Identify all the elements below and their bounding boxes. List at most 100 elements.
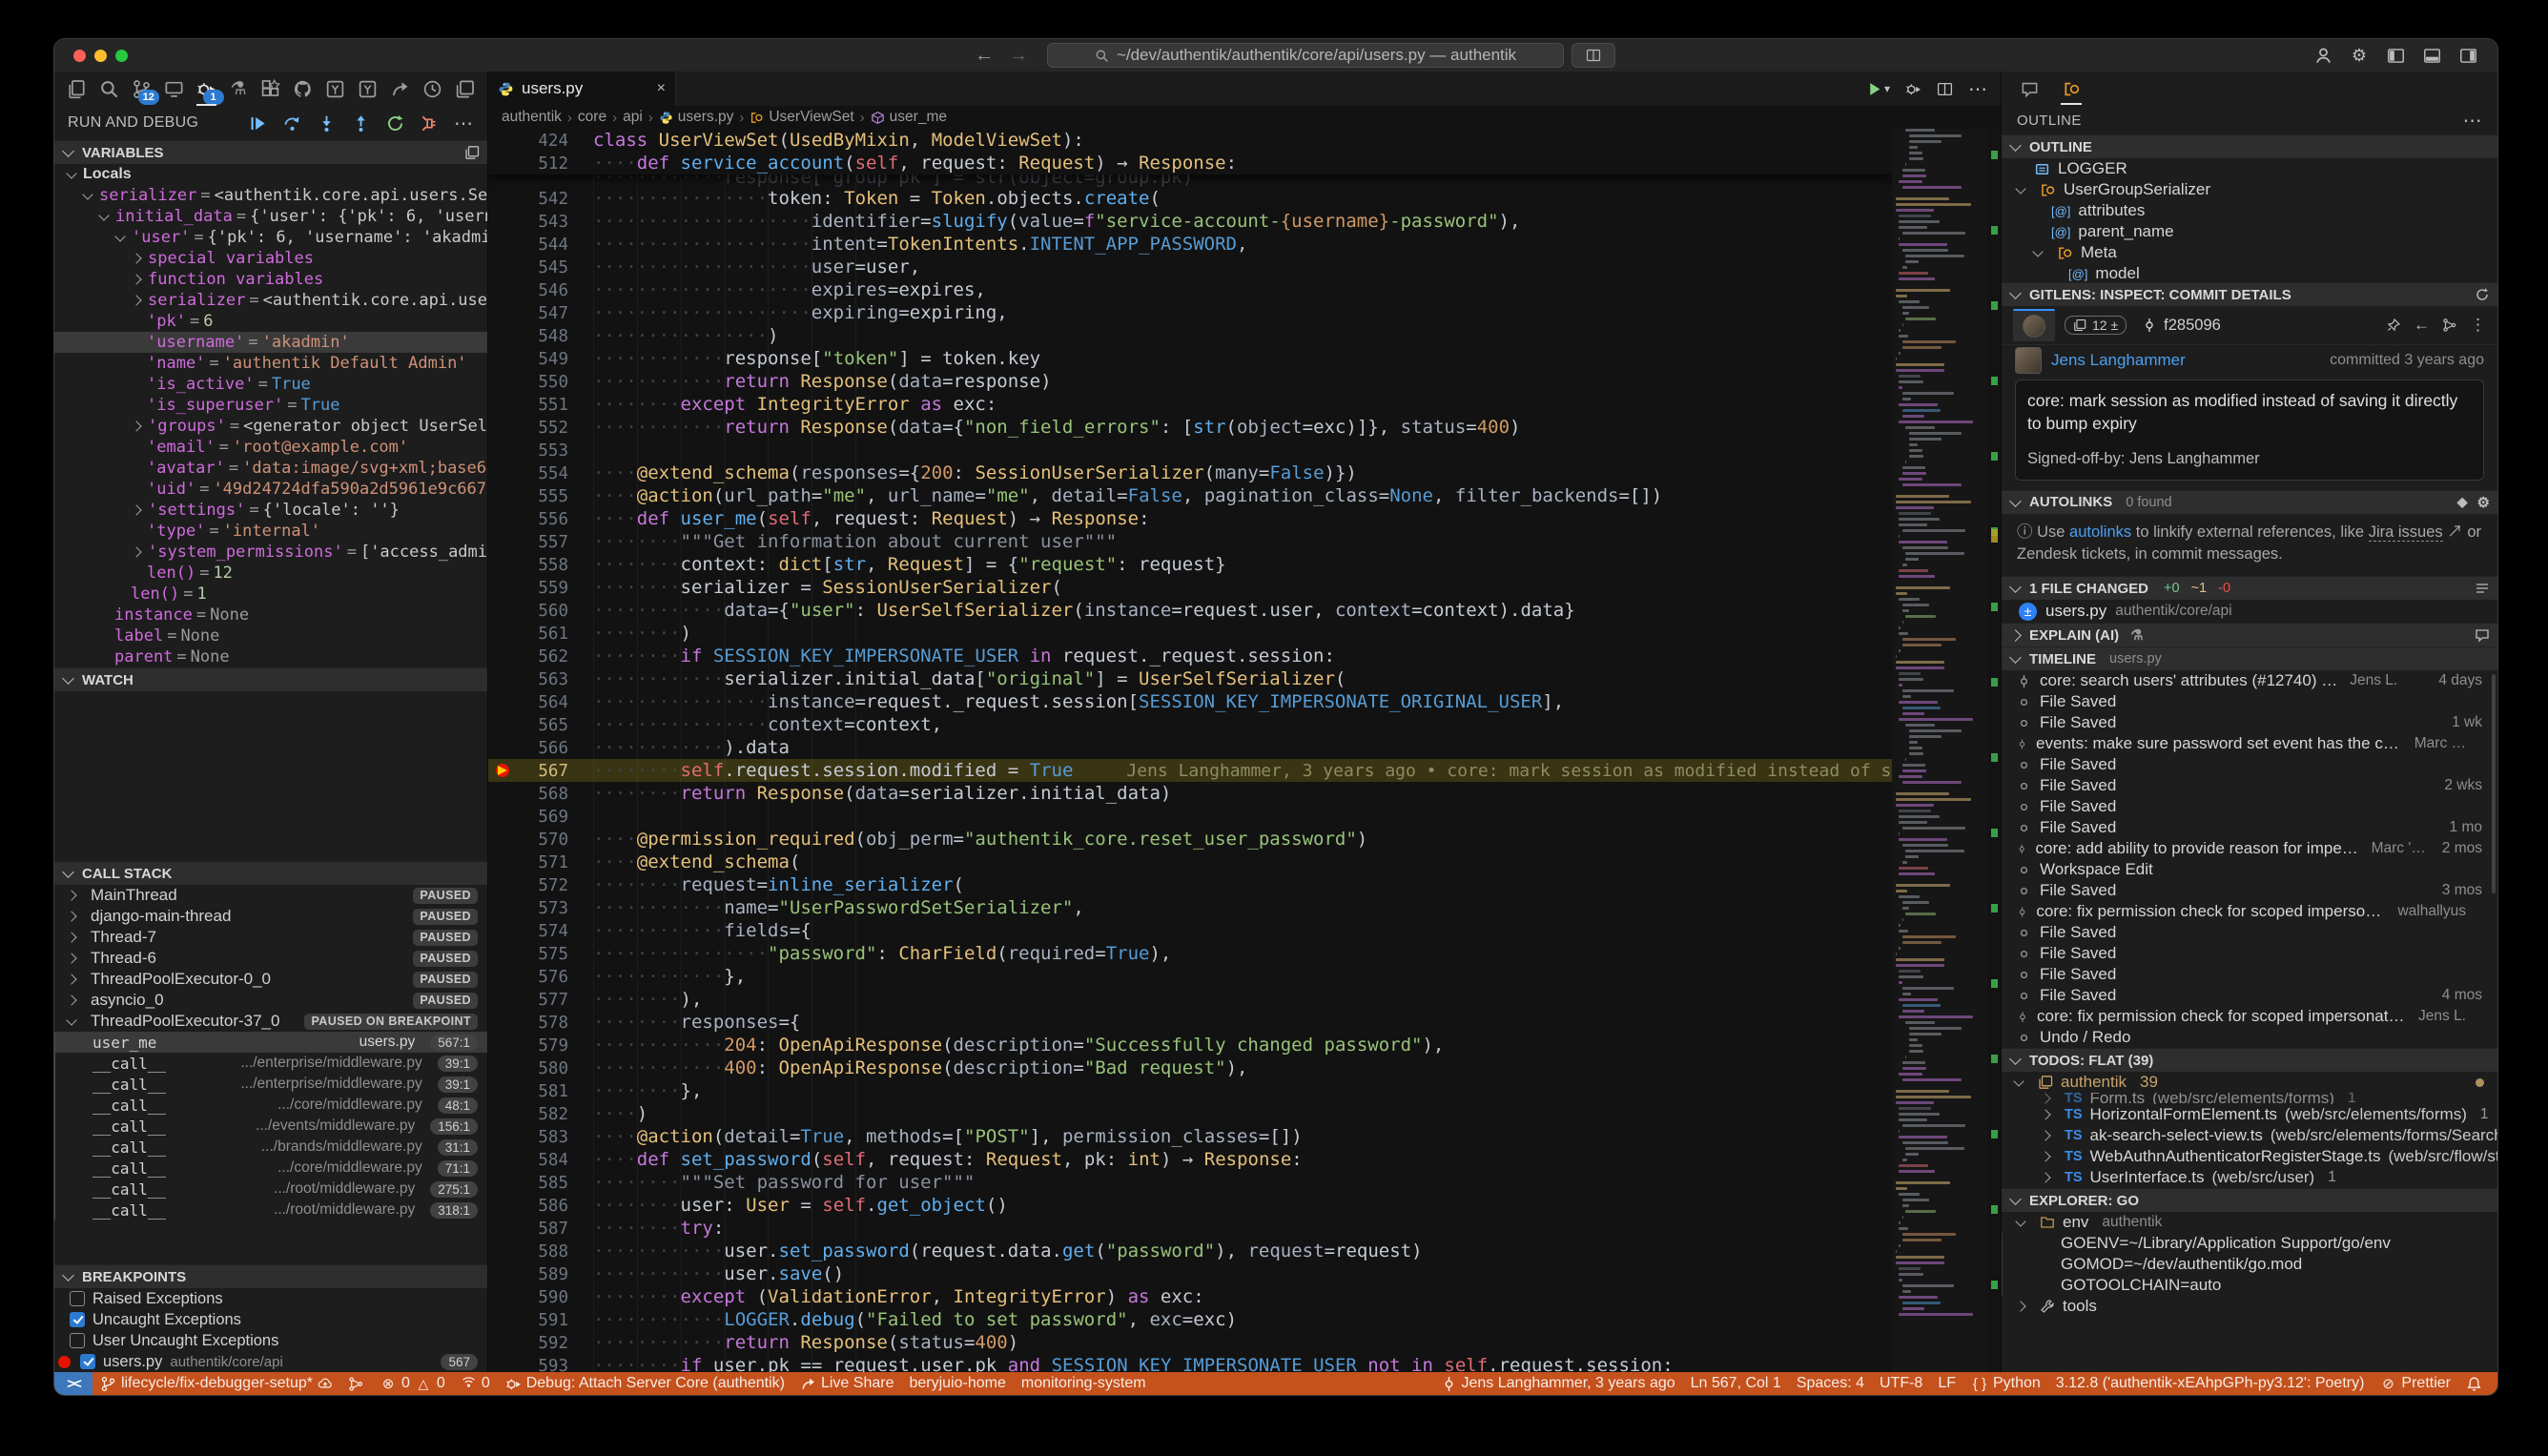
breakpoint-row[interactable]: Uncaught Exceptions: [54, 1309, 487, 1330]
variable-row[interactable]: label=None: [54, 625, 487, 646]
overview-ruler[interactable]: [1987, 129, 2001, 1372]
watch-section-header[interactable]: WATCH: [54, 667, 487, 691]
code-line[interactable]: 576············},: [488, 965, 1892, 988]
code-line[interactable]: 559········serializer = SessionUserSeria…: [488, 576, 1892, 599]
stack-frame[interactable]: __call__.../root/middleware.py275:1: [54, 1179, 487, 1200]
code-line[interactable]: 557········"""Get information about curr…: [488, 530, 1892, 553]
code-line[interactable]: 545····················user=user,: [488, 256, 1892, 278]
variable-row[interactable]: 'user'={'pk': 6, 'username': 'akadmin', …: [54, 227, 487, 248]
jira-issues-link[interactable]: Jira issues: [2369, 523, 2443, 542]
status-monitoring-system[interactable]: monitoring-system: [1014, 1375, 1154, 1392]
layout-sidebar-right-icon[interactable]: [2457, 45, 2478, 66]
disconnect-button[interactable]: [419, 113, 440, 133]
status-python-interpreter[interactable]: 3.12.8 ('authentik-xEAhpGPh-py3.12': Poe…: [2048, 1375, 2373, 1392]
stack-frame[interactable]: __call__.../enterprise/middleware.py39:1: [54, 1053, 487, 1074]
outline-item[interactable]: [@]model: [2002, 263, 2497, 282]
code-line[interactable]: 544····················intent=TokenInten…: [488, 233, 1892, 256]
variable-row[interactable]: 'pk'=6: [54, 311, 487, 332]
nav-forward-icon[interactable]: →: [1009, 45, 1028, 67]
timeline-item[interactable]: File Saved1 mo: [2002, 817, 2497, 838]
status-cursor-position[interactable]: Ln 567, Col 1: [1683, 1375, 1789, 1392]
code-line[interactable]: 551········except IntegrityError as exc:: [488, 393, 1892, 416]
activity-source-control-icon[interactable]: 12: [129, 76, 154, 102]
code-line[interactable]: 562········if SESSION_KEY_IMPERSONATE_US…: [488, 645, 1892, 667]
todo-item[interactable]: TSUserInterface.ts (web/src/user)1: [2002, 1167, 2497, 1188]
code-line[interactable]: 584····def set_password(self, request: R…: [488, 1148, 1892, 1171]
thread-row[interactable]: asyncio_0PAUSED: [54, 990, 487, 1011]
variable-row[interactable]: 'groups'=<generator object UserSelfSeria…: [54, 416, 487, 437]
outline-item[interactable]: LOGGER: [2002, 158, 2497, 179]
code-line[interactable]: 570····@permission_required(obj_perm="au…: [488, 828, 1892, 851]
code-line[interactable]: 547····················expiring=expiring…: [488, 301, 1892, 324]
settings-gear-icon[interactable]: ⚙: [2349, 45, 2370, 66]
timeline-item[interactable]: core: add ability to provide reason for …: [2002, 838, 2497, 859]
variable-row[interactable]: 'name'='authentik Default Admin': [54, 353, 487, 374]
stack-frame[interactable]: __call__.../root/middleware.py318:1: [54, 1200, 487, 1220]
thread-row[interactable]: django-main-threadPAUSED: [54, 906, 487, 927]
variables-section-header[interactable]: VARIABLES: [54, 140, 487, 164]
code-line[interactable]: 552············return Response(data={"no…: [488, 416, 1892, 439]
todo-file-group[interactable]: authentik39: [2002, 1072, 2497, 1093]
run-or-debug-icon[interactable]: [1905, 81, 1921, 97]
code-line[interactable]: 588············user.set_password(request…: [488, 1240, 1892, 1262]
graph-icon[interactable]: [2442, 318, 2457, 333]
code-line[interactable]: 589············user.save(): [488, 1262, 1892, 1285]
thread-row[interactable]: ThreadPoolExecutor-0_0PAUSED: [54, 969, 487, 990]
tab-close-icon[interactable]: ×: [657, 80, 666, 97]
status-source-control-graph[interactable]: [340, 1376, 372, 1392]
minimize-window-button[interactable]: [94, 50, 107, 62]
callstack-section-header[interactable]: CALL STACK: [54, 861, 487, 885]
code-line[interactable]: 575················"password": CharField…: [488, 942, 1892, 965]
code-line[interactable]: 585········"""Set password for user""": [488, 1171, 1892, 1194]
activity-testing-icon[interactable]: ⚗: [226, 76, 252, 102]
activity-github-icon[interactable]: [290, 76, 316, 102]
timeline-item[interactable]: File Saved: [2002, 691, 2497, 712]
outline-item[interactable]: Meta: [2002, 242, 2497, 263]
autolinks-link[interactable]: autolinks: [2069, 523, 2131, 541]
sticky-line[interactable]: 424class UserViewSet(UsedByMixin, ModelV…: [488, 129, 1892, 152]
code-line[interactable]: 580············400: OpenApiResponse(desc…: [488, 1056, 1892, 1079]
code-line[interactable]: 581········},: [488, 1079, 1892, 1102]
chat-view-icon[interactable]: [2017, 76, 2042, 101]
code-line[interactable]: 553: [488, 439, 1892, 461]
thread-row[interactable]: ThreadPoolExecutor-37_0PAUSED ON BREAKPO…: [54, 1011, 487, 1032]
todo-item[interactable]: TSak-search-select-view.ts (web/src/elem…: [2002, 1125, 2497, 1146]
activity-timeline-view-icon[interactable]: [420, 76, 445, 102]
activity-layouts-icon[interactable]: [452, 76, 478, 102]
variable-row[interactable]: 'is_superuser'=True: [54, 395, 487, 416]
thread-row[interactable]: Thread-6PAUSED: [54, 948, 487, 969]
code-line[interactable]: ············response["group_pk"] = str(o…: [488, 174, 1892, 187]
status-ports[interactable]: 0: [453, 1375, 498, 1392]
variable-row[interactable]: instance=None: [54, 605, 487, 625]
variable-row[interactable]: len()=1: [54, 584, 487, 605]
status-notifications[interactable]: [2458, 1376, 2497, 1392]
timeline-section-header[interactable]: TIMELINE users.py: [2002, 646, 2497, 670]
code-line[interactable]: 569: [488, 805, 1892, 828]
zoom-window-button[interactable]: [115, 50, 128, 62]
outline-item[interactable]: UserGroupSerializer: [2002, 179, 2497, 200]
files-changed-header[interactable]: 1 FILE CHANGED +0 ~1 -0: [2002, 576, 2497, 600]
breakpoint-checkbox[interactable]: [80, 1354, 95, 1369]
go-env-folder[interactable]: envauthentik: [2002, 1212, 2497, 1233]
commit-sha[interactable]: f285096: [2142, 317, 2221, 335]
code-line[interactable]: 561········): [488, 622, 1892, 645]
activity-extension-y1-icon[interactable]: [322, 76, 348, 102]
activity-extension-y2-icon[interactable]: [355, 76, 380, 102]
code-scroll[interactable]: 424class UserViewSet(UsedByMixin, ModelV…: [488, 129, 1892, 1372]
breadcrumb-item[interactable]: user_me: [871, 109, 947, 126]
timeline-item[interactable]: File Saved1 wk: [2002, 712, 2497, 733]
code-line[interactable]: 564················instance=request._req…: [488, 690, 1892, 713]
status-beryjuio-home[interactable]: beryjuio-home: [901, 1375, 1013, 1392]
variable-row[interactable]: Locals: [54, 164, 487, 185]
status-debug-status[interactable]: Debug: Attach Server Core (authentik): [498, 1375, 792, 1392]
run-python-file-button[interactable]: ▾: [1866, 81, 1890, 97]
code-line[interactable]: 567········self.request.session.modified…: [488, 759, 1892, 782]
stack-frame[interactable]: __call__.../core/middleware.py48:1: [54, 1095, 487, 1116]
timeline-item[interactable]: Workspace Edit: [2002, 859, 2497, 880]
breadcrumb-item[interactable]: authentik: [502, 109, 562, 126]
breadcrumb-item[interactable]: api: [623, 109, 643, 126]
timeline-item[interactable]: File Saved: [2002, 754, 2497, 775]
code-line[interactable]: 555····@action(url_path="me", url_name="…: [488, 484, 1892, 507]
status-eol[interactable]: LF: [1930, 1375, 1963, 1392]
timeline-scrollbar[interactable]: [2492, 674, 2496, 893]
